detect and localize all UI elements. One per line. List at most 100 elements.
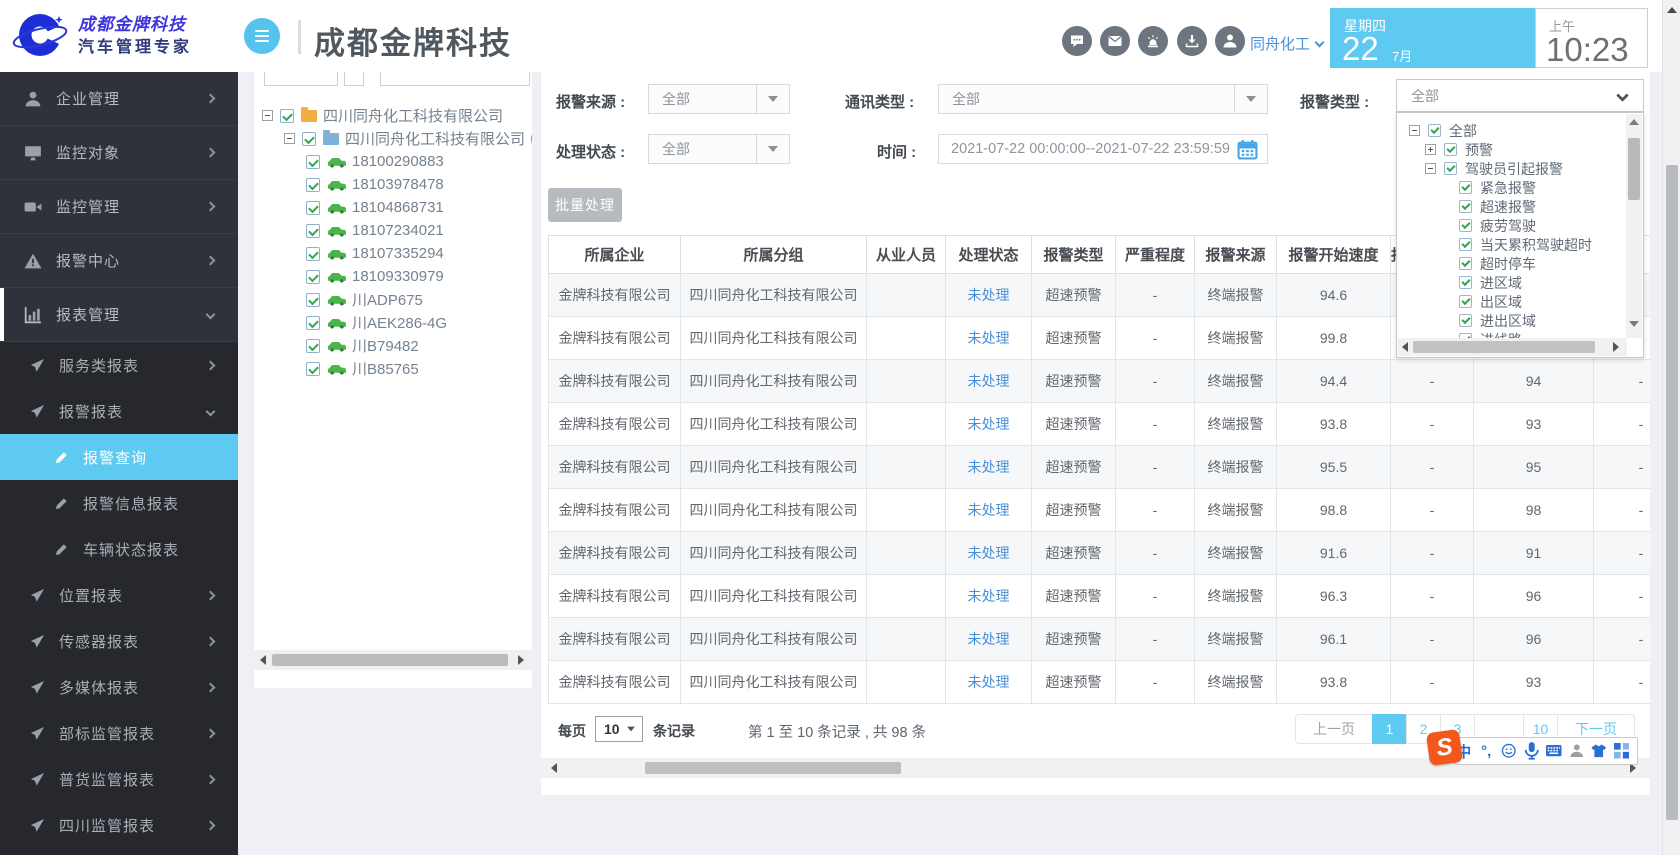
collapse-icon[interactable]	[284, 133, 295, 144]
checkbox-checked-icon[interactable]	[306, 362, 320, 376]
checkbox-checked-icon[interactable]	[306, 155, 320, 169]
sidebar-item-报警查询[interactable]: 报警查询	[0, 434, 238, 480]
calendar-icon[interactable]	[1237, 139, 1258, 160]
page-vertical-scrollbar[interactable]	[1662, 0, 1680, 855]
alarm-type-node[interactable]: 进出区域	[1397, 311, 1536, 330]
main-hscroll-thumb[interactable]	[645, 762, 901, 774]
checkbox-checked-icon[interactable]	[280, 109, 294, 123]
handle-status-select[interactable]: 全部	[648, 134, 790, 164]
alarm-type-node[interactable]: 疲劳驾驶	[1397, 216, 1536, 235]
dropdown-hscroll-thumb[interactable]	[1413, 341, 1595, 353]
scroll-up-icon[interactable]	[1667, 7, 1677, 13]
scroll-right-icon[interactable]	[1613, 342, 1619, 352]
sidebar-item-服务类报表[interactable]: 服务类报表	[0, 342, 238, 388]
checkbox-checked-icon[interactable]	[1459, 314, 1472, 327]
alarm-type-node[interactable]: 超速报警	[1397, 197, 1536, 216]
collapse-icon[interactable]	[1409, 125, 1420, 136]
sidebar-item-四川监管报表[interactable]: 四川监管报表	[0, 802, 238, 848]
prev-page-button[interactable]: 上一页	[1295, 714, 1373, 744]
alarm-type-node[interactable]: 预警	[1397, 140, 1493, 159]
comm-type-select[interactable]: 全部	[938, 84, 1268, 114]
dropdown-horizontal-scrollbar[interactable]	[1398, 338, 1627, 356]
cell-status[interactable]: 未处理	[946, 317, 1032, 360]
person-icon[interactable]	[1569, 742, 1585, 760]
tree-vehicle-node[interactable]: 18100290883	[254, 150, 444, 173]
cell-status[interactable]: 未处理	[946, 661, 1032, 704]
chat-icon[interactable]	[1062, 26, 1092, 56]
collapse-icon[interactable]	[1425, 163, 1436, 174]
checkbox-checked-icon[interactable]	[302, 132, 316, 146]
cell-status[interactable]: 未处理	[946, 489, 1032, 532]
sidebar-item-报警信息报表[interactable]: 报警信息报表	[0, 480, 238, 526]
checkbox-checked-icon[interactable]	[306, 339, 320, 353]
alarm-type-node[interactable]: 当天累积驾驶超时	[1397, 235, 1592, 254]
alarm-icon[interactable]	[1138, 26, 1168, 56]
toolbox-icon[interactable]	[1614, 742, 1630, 760]
scroll-down-icon[interactable]	[1629, 321, 1639, 327]
alarm-type-node[interactable]: 全部	[1397, 121, 1477, 140]
cell-status[interactable]: 未处理	[946, 403, 1032, 446]
checkbox-checked-icon[interactable]	[1444, 162, 1457, 175]
cell-status[interactable]: 未处理	[946, 274, 1032, 317]
page-vscroll-thumb[interactable]	[1666, 165, 1678, 820]
dropdown-arrow-icon[interactable]	[756, 85, 789, 113]
alarm-type-node[interactable]: 进区域	[1397, 273, 1522, 292]
collapse-icon[interactable]	[262, 110, 273, 121]
tree-root-node[interactable]: 四川同舟化工科技有限公司	[254, 104, 503, 127]
download-icon[interactable]	[1177, 26, 1207, 56]
scroll-left-icon[interactable]	[551, 763, 557, 773]
skin-icon[interactable]	[1591, 742, 1607, 760]
sidebar-item-报警报表[interactable]: 报警报表	[0, 388, 238, 434]
checkbox-checked-icon[interactable]	[1459, 181, 1472, 194]
checkbox-checked-icon[interactable]	[306, 201, 320, 215]
microphone-icon[interactable]	[1524, 742, 1540, 760]
cell-status[interactable]: 未处理	[946, 532, 1032, 575]
cell-status[interactable]: 未处理	[946, 618, 1032, 661]
tree-group-node[interactable]: 四川同舟化工科技有限公司(10)	[254, 127, 532, 150]
sidebar-item-车辆状态报表[interactable]: 车辆状态报表	[0, 526, 238, 572]
alarm-type-select[interactable]: 全部	[1396, 79, 1644, 112]
dropdown-arrow-icon[interactable]	[1234, 85, 1267, 113]
tree-vehicle-node[interactable]: 18104868731	[254, 196, 444, 219]
tree-vehicle-node[interactable]: 18107335294	[254, 242, 444, 265]
sidebar-item-传感器报表[interactable]: 传感器报表	[0, 618, 238, 664]
sidebar-item-企业管理[interactable]: 企业管理	[0, 72, 238, 126]
tree-vehicle-node[interactable]: 川B79482	[254, 334, 419, 357]
tree-vehicle-node[interactable]: 川ADP675	[254, 288, 423, 311]
scroll-left-icon[interactable]	[260, 655, 266, 665]
checkbox-checked-icon[interactable]	[1459, 200, 1472, 213]
keyboard-icon[interactable]	[1546, 742, 1562, 760]
cell-status[interactable]: 未处理	[946, 446, 1032, 489]
tree-vehicle-node[interactable]: 川B85765	[254, 357, 419, 380]
sidebar-item-多媒体报表[interactable]: 多媒体报表	[0, 664, 238, 710]
user-icon[interactable]	[1215, 26, 1245, 56]
checkbox-checked-icon[interactable]	[306, 178, 320, 192]
alarm-type-node[interactable]: 紧急报警	[1397, 178, 1536, 197]
scroll-up-icon[interactable]	[1629, 119, 1639, 125]
tree-vehicle-node[interactable]: 川AEK286-4G	[254, 311, 447, 334]
scroll-left-icon[interactable]	[1402, 342, 1408, 352]
sidebar-item-部标监管报表[interactable]: 部标监管报表	[0, 710, 238, 756]
cell-status[interactable]: 未处理	[946, 575, 1032, 618]
scroll-right-icon[interactable]	[518, 655, 524, 665]
tree-vehicle-node[interactable]: 18103978478	[254, 173, 444, 196]
checkbox-checked-icon[interactable]	[306, 247, 320, 261]
sidebar-item-报表管理[interactable]: 报表管理	[0, 288, 238, 342]
clipped-toolbar-input[interactable]	[264, 72, 338, 86]
checkbox-checked-icon[interactable]	[1459, 276, 1472, 289]
sidebar-item-报警中心[interactable]: 报警中心	[0, 234, 238, 288]
menu-toggle-button[interactable]	[244, 18, 280, 54]
mail-icon[interactable]	[1100, 26, 1130, 56]
page-button-1[interactable]: 1	[1372, 714, 1407, 744]
alarm-type-node[interactable]: 超时停车	[1397, 254, 1536, 273]
tree-vehicle-node[interactable]: 18107234021	[254, 219, 444, 242]
alarm-type-node[interactable]: 驾驶员引起报警	[1397, 159, 1563, 178]
emoji-icon[interactable]	[1501, 742, 1517, 760]
checkbox-checked-icon[interactable]	[306, 270, 320, 284]
checkbox-checked-icon[interactable]	[1459, 238, 1472, 251]
alarm-source-select[interactable]: 全部	[648, 84, 790, 114]
checkbox-checked-icon[interactable]	[306, 293, 320, 307]
checkbox-checked-icon[interactable]	[1428, 124, 1441, 137]
expand-icon[interactable]	[1425, 144, 1436, 155]
checkbox-checked-icon[interactable]	[1444, 143, 1457, 156]
